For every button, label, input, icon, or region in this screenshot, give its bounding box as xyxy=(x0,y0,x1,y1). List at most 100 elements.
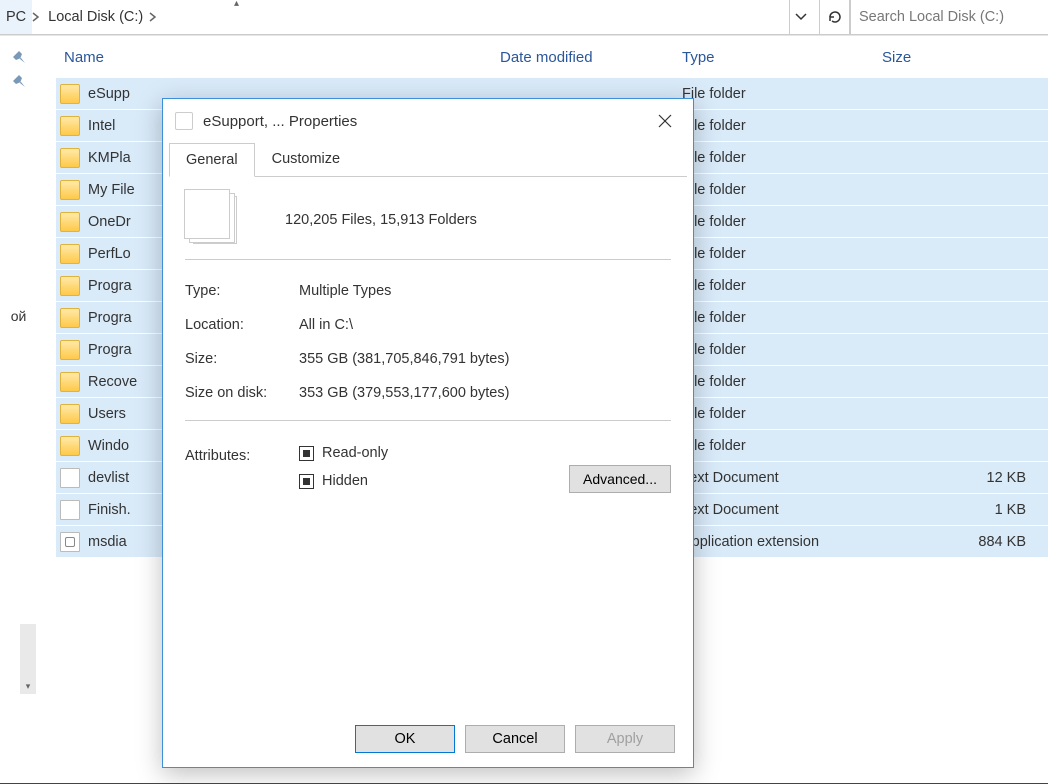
cell-type: File folder xyxy=(682,278,882,294)
dialog-tabs: General Customize xyxy=(169,143,687,177)
label-location: Location: xyxy=(185,317,299,333)
file-name: Recove xyxy=(88,374,137,390)
file-name: Progra xyxy=(88,278,132,294)
properties-dialog: eSupport, ... Properties General Customi… xyxy=(162,98,694,768)
tab-customize[interactable]: Customize xyxy=(255,142,358,176)
multiple-files-icon xyxy=(193,196,237,244)
label-type: Type: xyxy=(185,283,299,299)
divider xyxy=(185,259,671,260)
pin-icon xyxy=(12,74,26,88)
value-size: 355 GB (381,705,846,791 bytes) xyxy=(299,351,509,367)
label-attributes: Attributes: xyxy=(185,445,299,464)
refresh-icon xyxy=(827,9,843,25)
search-input[interactable] xyxy=(859,9,1040,25)
dll-icon xyxy=(60,532,80,552)
refresh-button[interactable] xyxy=(820,0,850,35)
cell-type: File folder xyxy=(682,438,882,454)
cell-size: 884 KB xyxy=(882,534,1048,550)
pin-icon xyxy=(12,50,26,64)
folder-icon xyxy=(60,148,80,168)
file-name: Users xyxy=(88,406,126,422)
cell-type: Text Document xyxy=(682,502,882,518)
column-date-modified[interactable]: Date modified xyxy=(500,49,682,66)
apply-button[interactable]: Apply xyxy=(575,725,675,753)
close-button[interactable] xyxy=(647,105,683,137)
chevron-right-icon xyxy=(32,9,42,25)
folder-icon xyxy=(60,372,80,392)
breadcrumb-pc-label: PC xyxy=(6,9,26,25)
folder-icon xyxy=(60,404,80,424)
cell-size: 1 KB xyxy=(882,502,1048,518)
nav-sidebar: ой ▾ xyxy=(0,36,38,784)
cell-type: Text Document xyxy=(682,470,882,486)
folder-icon xyxy=(60,436,80,456)
checkbox-icon xyxy=(299,446,314,461)
value-size-on-disk: 353 GB (379,553,177,600 bytes) xyxy=(299,385,509,401)
tab-general[interactable]: General xyxy=(169,143,255,177)
sidebar-text-stub: ой xyxy=(11,308,27,324)
cell-type: File folder xyxy=(682,310,882,326)
folder-icon xyxy=(60,308,80,328)
chevron-down-icon: ▾ xyxy=(26,681,31,692)
folder-icon xyxy=(60,244,80,264)
sort-indicator-icon: ▴ xyxy=(234,0,239,9)
file-name: Windo xyxy=(88,438,129,454)
folder-icon xyxy=(60,116,80,136)
summary-text: 120,205 Files, 15,913 Folders xyxy=(285,212,477,228)
cell-type: File folder xyxy=(682,182,882,198)
ok-button[interactable]: OK xyxy=(355,725,455,753)
search-container xyxy=(850,0,1048,35)
cell-type: Application extension xyxy=(682,534,882,550)
cell-type: File folder xyxy=(682,118,882,134)
checkbox-readonly[interactable]: Read-only xyxy=(299,445,671,461)
label-size-on-disk: Size on disk: xyxy=(185,385,299,401)
cell-type: File folder xyxy=(682,406,882,422)
folder-icon xyxy=(60,276,80,296)
dialog-title: eSupport, ... Properties xyxy=(203,113,647,130)
document-icon xyxy=(175,112,193,130)
advanced-button[interactable]: Advanced... xyxy=(569,465,671,493)
folder-icon xyxy=(60,340,80,360)
cell-type: File folder xyxy=(682,86,882,102)
file-icon xyxy=(60,468,80,488)
cell-type: File folder xyxy=(682,342,882,358)
breadcrumb-local-disk[interactable]: Local Disk (C:) xyxy=(42,0,149,34)
tab-general-body: 120,205 Files, 15,913 Folders Type: Mult… xyxy=(163,177,693,711)
file-name: OneDr xyxy=(88,214,131,230)
breadcrumb-disk-label: Local Disk (C:) xyxy=(48,9,143,25)
breadcrumb: PC Local Disk (C:) xyxy=(0,0,820,35)
column-size[interactable]: Size xyxy=(882,49,1048,66)
cell-type: File folder xyxy=(682,150,882,166)
file-name: msdia xyxy=(88,534,127,550)
file-icon xyxy=(60,500,80,520)
cell-size: 12 KB xyxy=(882,470,1048,486)
cell-type: File folder xyxy=(682,374,882,390)
cell-type: File folder xyxy=(682,246,882,262)
file-name: Progra xyxy=(88,342,132,358)
address-history-dropdown[interactable] xyxy=(789,0,811,34)
cancel-button[interactable]: Cancel xyxy=(465,725,565,753)
divider xyxy=(185,420,671,421)
breadcrumb-pc[interactable]: PC xyxy=(0,0,32,34)
close-icon xyxy=(658,114,672,128)
column-name[interactable]: Name xyxy=(56,49,500,66)
file-name: PerfLo xyxy=(88,246,131,262)
column-type[interactable]: Type xyxy=(682,49,882,66)
value-location: All in C:\ xyxy=(299,317,353,333)
file-name: Finish. xyxy=(88,502,131,518)
file-name: Intel xyxy=(88,118,115,134)
file-name: eSupp xyxy=(88,86,130,102)
checkbox-readonly-label: Read-only xyxy=(322,445,388,461)
label-size: Size: xyxy=(185,351,299,367)
folder-icon xyxy=(60,84,80,104)
sidebar-scrollbar[interactable]: ▾ xyxy=(20,624,36,694)
folder-icon xyxy=(60,212,80,232)
value-type: Multiple Types xyxy=(299,283,391,299)
folder-icon xyxy=(60,180,80,200)
file-name: Progra xyxy=(88,310,132,326)
address-bar: PC Local Disk (C:) xyxy=(0,0,1048,36)
dialog-titlebar[interactable]: eSupport, ... Properties xyxy=(163,99,693,143)
file-name: KMPla xyxy=(88,150,131,166)
file-name: devlist xyxy=(88,470,129,486)
column-headers: ▴ Name Date modified Type Size xyxy=(56,36,1048,78)
